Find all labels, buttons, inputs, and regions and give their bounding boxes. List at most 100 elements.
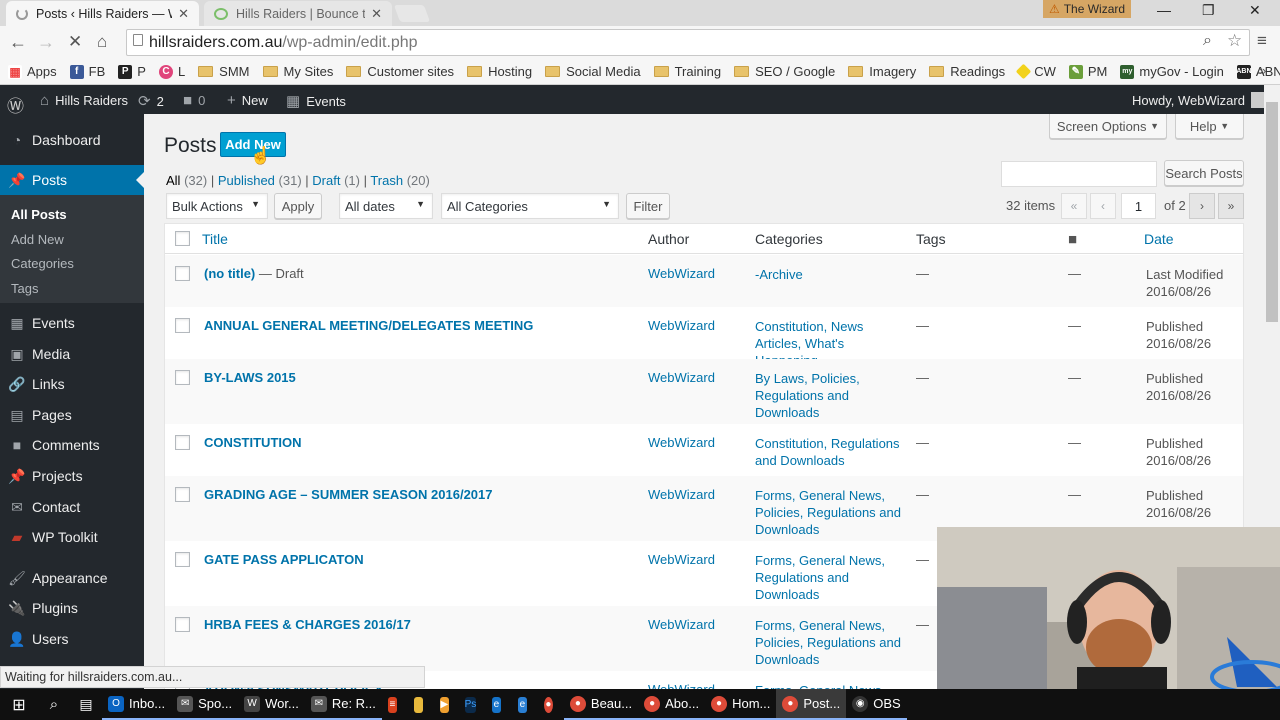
- menu-events[interactable]: ▦ Events: [0, 308, 144, 338]
- admin-bar-new[interactable]: + New: [227, 92, 268, 109]
- categories-links[interactable]: Forms, General News, Policies, Regulatio…: [755, 617, 905, 668]
- menu-contact[interactable]: ✉ Contact: [0, 492, 144, 522]
- menu-posts[interactable]: 📌 Posts: [0, 165, 144, 195]
- bookmark-folder-seo[interactable]: SEO / Google: [734, 64, 835, 79]
- stop-icon[interactable]: ✕: [68, 32, 82, 52]
- more-bookmarks-icon[interactable]: »: [1259, 63, 1266, 78]
- edge-icon[interactable]: e: [486, 689, 512, 720]
- author-link[interactable]: WebWizard: [648, 487, 715, 502]
- forward-arrow-icon[interactable]: →: [37, 32, 55, 53]
- menu-links[interactable]: 🔗 Links: [0, 369, 144, 399]
- admin-bar-site[interactable]: ⌂ Hills Raiders: [40, 92, 128, 109]
- admin-bar-updates[interactable]: ⟳ 2: [138, 92, 164, 110]
- taskbar-mail-spo[interactable]: ✉ Spo...: [171, 689, 239, 720]
- bookmark-folder-customer-sites[interactable]: Customer sites: [346, 64, 454, 79]
- new-tab-button[interactable]: [393, 5, 431, 22]
- author-link[interactable]: WebWizard: [648, 617, 715, 632]
- comments-column-icon[interactable]: ■: [1068, 224, 1077, 254]
- chrome-pinned-icon[interactable]: ●: [538, 689, 564, 720]
- menu-comments[interactable]: ■ Comments: [0, 430, 144, 460]
- home-icon[interactable]: ⌂: [97, 32, 107, 52]
- filter-trash[interactable]: Trash: [370, 173, 403, 188]
- current-page-input[interactable]: 1: [1121, 193, 1156, 219]
- post-title-link[interactable]: GATE PASS APPLICATON: [204, 552, 364, 567]
- menu-icon[interactable]: ≡: [1257, 31, 1267, 51]
- close-tab-icon[interactable]: ✕: [371, 6, 382, 22]
- filter-published[interactable]: Published: [218, 173, 275, 188]
- admin-bar-account[interactable]: Howdy, WebWizard: [1132, 92, 1267, 108]
- prev-page-button[interactable]: ‹: [1090, 193, 1116, 219]
- column-title[interactable]: Title: [202, 224, 228, 254]
- submenu-all-posts[interactable]: All Posts: [11, 207, 67, 222]
- taskbar-chrome-beau[interactable]: ● Beau...: [563, 689, 639, 720]
- last-page-button[interactable]: »: [1218, 193, 1244, 219]
- tab-posts[interactable]: Posts ‹ Hills Raiders — Wo ✕: [6, 1, 199, 26]
- menu-users[interactable]: 👤 Users: [0, 624, 144, 654]
- row-checkbox[interactable]: [175, 318, 190, 333]
- filter-all[interactable]: All: [166, 173, 180, 188]
- bookmark-folder-smm[interactable]: SMM: [198, 64, 250, 79]
- bookmark-p[interactable]: PP: [118, 64, 146, 79]
- file-explorer-icon[interactable]: [408, 689, 434, 720]
- tab-hills-raiders[interactable]: Hills Raiders | Bounce tha ✕: [204, 1, 392, 26]
- post-title-link[interactable]: ANNUAL GENERAL MEETING/DELEGATES MEETING: [204, 318, 533, 333]
- categories-links[interactable]: Forms, General News, Policies, Regulatio…: [755, 487, 905, 538]
- select-all-checkbox[interactable]: [175, 231, 190, 246]
- help-button[interactable]: Help ▼: [1175, 114, 1244, 139]
- bookmark-mygov[interactable]: my myGov - Login: [1120, 64, 1224, 79]
- bookmark-star-icon[interactable]: ☆: [1227, 31, 1242, 51]
- categories-links[interactable]: By Laws, Policies, Regulations and Downl…: [755, 370, 905, 421]
- row-checkbox[interactable]: [175, 487, 190, 502]
- admin-bar-comments[interactable]: ■ 0: [183, 92, 205, 109]
- author-link[interactable]: WebWizard: [648, 552, 715, 567]
- categories-select[interactable]: All Categories ▼: [441, 193, 619, 219]
- menu-media[interactable]: ▣ Media: [0, 339, 144, 369]
- bookmark-pm[interactable]: ✎ PM: [1068, 64, 1107, 79]
- post-title-link[interactable]: HRBA FEES & CHARGES 2016/17: [204, 617, 411, 632]
- scrollbar-thumb[interactable]: [1266, 102, 1278, 322]
- first-page-button[interactable]: «: [1061, 193, 1087, 219]
- submenu-add-new[interactable]: Add New: [11, 232, 64, 247]
- screen-options-button[interactable]: Screen Options ▼: [1049, 114, 1167, 139]
- bulk-actions-select[interactable]: Bulk Actions ▼: [166, 193, 268, 219]
- menu-dashboard[interactable]: ◔ Dashboard: [0, 125, 144, 155]
- bookmark-fb[interactable]: f FB: [69, 64, 105, 79]
- taskbar-mail-re[interactable]: ✉ Re: R...: [304, 689, 382, 720]
- post-title-link[interactable]: BY-LAWS 2015: [204, 370, 296, 385]
- filter-button[interactable]: Filter: [626, 193, 670, 219]
- taskbar-word[interactable]: W Wor...: [238, 689, 305, 720]
- photoshop-icon[interactable]: Ps: [460, 689, 486, 720]
- menu-wp-toolkit[interactable]: ▰ WP Toolkit: [0, 522, 144, 552]
- taskbar-chrome-abo[interactable]: ● Abo...: [638, 689, 706, 720]
- row-checkbox[interactable]: [175, 266, 190, 281]
- categories-links[interactable]: -Archive: [755, 266, 905, 283]
- dates-select[interactable]: All dates ▼: [339, 193, 433, 219]
- bookmark-folder-social-media[interactable]: Social Media: [545, 64, 641, 79]
- menu-pages[interactable]: ▤ Pages: [0, 400, 144, 430]
- minimize-icon[interactable]: —: [1157, 2, 1171, 18]
- sort-title-link[interactable]: Title: [202, 231, 228, 247]
- menu-appearance[interactable]: 🖌 Appearance: [0, 563, 144, 593]
- author-link[interactable]: WebWizard: [648, 435, 715, 450]
- ie-icon[interactable]: e: [512, 689, 538, 720]
- next-page-button[interactable]: ›: [1189, 193, 1215, 219]
- bookmark-cw[interactable]: CW: [1015, 63, 1056, 80]
- taskbar-chrome-posts[interactable]: ● Post...: [776, 689, 847, 720]
- bookmark-folder-imagery[interactable]: Imagery: [848, 64, 916, 79]
- search-input[interactable]: [1001, 161, 1157, 187]
- apply-button[interactable]: Apply: [274, 193, 322, 219]
- admin-bar-events[interactable]: ▦ Events: [286, 92, 346, 110]
- address-bar[interactable]: hillsraiders.com.au/wp-admin/edit.php: [126, 29, 1250, 56]
- bookmark-folder-hosting[interactable]: Hosting: [467, 64, 532, 79]
- search-icon[interactable]: ⌕: [38, 689, 70, 720]
- app-icon-tasks[interactable]: ≡: [382, 689, 408, 720]
- submenu-tags[interactable]: Tags: [11, 281, 38, 296]
- categories-links[interactable]: Constitution, Regulations and Downloads: [755, 435, 905, 469]
- post-title-link[interactable]: GRADING AGE – SUMMER SEASON 2016/2017: [204, 487, 493, 502]
- windows-start-icon[interactable]: ⊞: [0, 689, 38, 720]
- close-window-icon[interactable]: ✕: [1249, 2, 1261, 19]
- back-arrow-icon[interactable]: ←: [9, 32, 27, 53]
- sort-date-link[interactable]: Date: [1144, 231, 1174, 247]
- bookmark-folder-my-sites[interactable]: My Sites: [262, 64, 333, 79]
- profile-button[interactable]: ⚠ The Wizard: [1043, 0, 1131, 18]
